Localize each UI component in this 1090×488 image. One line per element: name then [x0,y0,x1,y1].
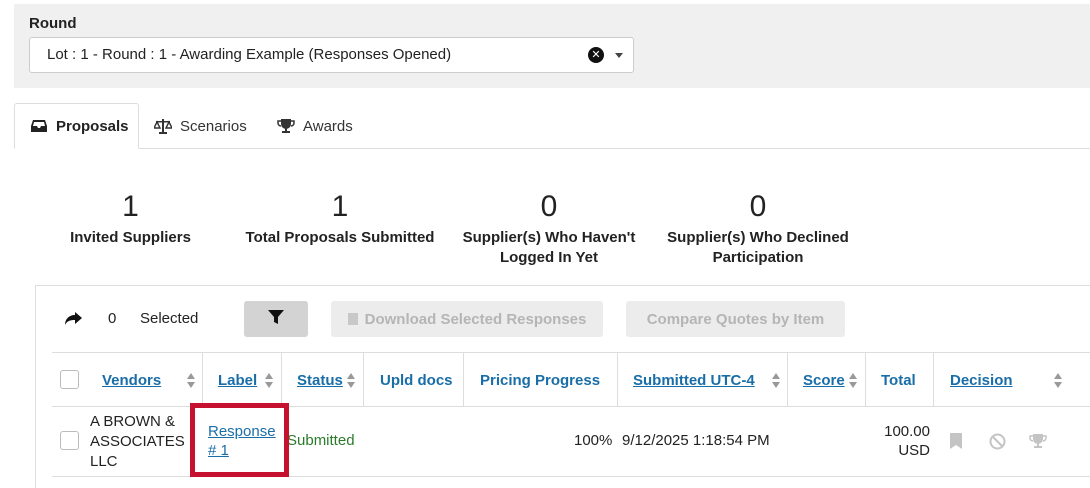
total-value: 100.00 USD [870,422,930,460]
share-arrow-icon[interactable] [65,310,85,328]
sort-icon[interactable] [187,373,196,389]
header-submitted-cell: Submitted UTC-4 [618,353,788,407]
stat-label: Total Proposals Submitted [245,229,435,246]
total-amount: 100.00 [884,423,930,440]
header-label-cell: Label [203,353,282,407]
trophy-icon [277,117,295,135]
vendor-name: A BROWN & ASSOCIATES LLC [90,412,185,472]
stat-value: 1 [331,190,349,223]
selected-count: 0 [108,310,117,327]
bookmark-icon[interactable] [950,433,962,453]
stat-label-line: Supplier(s) Who Haven't [462,229,636,246]
round-select[interactable]: Lot : 1 - Round : 1 - Awarding Example (… [29,37,634,73]
tab-proposals-label: Proposals [56,117,129,135]
sort-icon[interactable] [1054,373,1063,389]
decline-icon[interactable] [989,433,1006,454]
vendor-name-line: A BROWN & [90,413,176,430]
vendor-name-line: ASSOCIATES [90,433,185,450]
stat-declined: 0 Supplier(s) Who Declined Participation [663,190,853,268]
header-total: Total [881,371,916,389]
tab-scenarios[interactable]: Scenarios [154,103,259,149]
header-pricing-progress-cell: Pricing Progress [464,353,618,407]
balance-scale-icon [154,117,172,135]
tab-awards-label: Awards [303,117,353,135]
award-trophy-icon[interactable] [1029,433,1047,453]
header-status[interactable]: Status [297,372,343,389]
compare-quotes-button[interactable]: Compare Quotes by Item [626,301,845,337]
selected-label: Selected [140,310,199,327]
header-score-cell: Score [788,353,866,407]
header-upld-docs: Upld docs [380,371,453,389]
stat-label-line: Participation [712,249,804,266]
header-score[interactable]: Score [803,372,845,389]
header-vendors[interactable]: Vendors [102,372,161,389]
row-checkbox[interactable] [60,431,79,450]
filter-icon [268,310,284,328]
header-pricing-progress: Pricing Progress [480,371,601,389]
stat-label-line: Supplier(s) Who Declined [667,229,849,246]
stat-total-proposals: 1 Total Proposals Submitted [240,190,440,248]
pricing-progress-value: 100% [574,432,613,449]
sort-icon[interactable] [265,373,274,389]
stat-value: 1 [122,190,139,223]
header-submitted[interactable]: Submitted UTC-4 [633,372,755,389]
stat-label: Invited Suppliers [70,229,191,246]
tab-proposals[interactable]: Proposals [14,103,139,149]
header-upld-docs-cell: Upld docs [364,353,464,407]
header-status-cell: Status [282,353,364,407]
sort-icon[interactable] [849,373,858,389]
clear-icon[interactable]: ✕ [588,47,604,63]
download-selected-responses-button[interactable]: Download Selected Responses [331,301,603,337]
sort-icon[interactable] [772,373,781,389]
stat-value: 0 [749,190,767,223]
tab-awards[interactable]: Awards [277,103,372,149]
select-all-checkbox[interactable] [60,370,79,389]
tab-scenarios-label: Scenarios [180,117,247,135]
filter-button[interactable] [244,301,308,337]
vendor-name-line: LLC [90,453,118,470]
download-label: Download Selected Responses [364,310,587,328]
round-select-value: Lot : 1 - Round : 1 - Awarding Example (… [47,46,452,63]
stat-label: Supplier(s) Who Haven't Logged In Yet [459,228,639,268]
round-label: Round [29,15,77,32]
round-panel: Round Lot : 1 - Round : 1 - Awarding Exa… [14,4,1090,88]
stat-value: 0 [540,190,558,223]
highlight-box [190,403,289,477]
header-vendors-cell: Vendors [52,353,203,407]
status-value: Submitted [287,432,355,449]
header-total-cell: Total [866,353,934,407]
stat-label-line: Logged In Yet [499,249,599,266]
submitted-value: 9/12/2025 1:18:54 PM [622,432,770,449]
header-label[interactable]: Label [218,372,257,389]
stat-label: Supplier(s) Who Declined Participation [663,228,853,268]
tabs-bar: Proposals Scenarios Awards [14,103,1090,149]
total-currency: USD [898,442,930,459]
stat-invited-suppliers: 1 Invited Suppliers [58,190,203,248]
chevron-down-icon[interactable] [615,53,623,58]
sort-icon[interactable] [347,373,356,389]
stat-not-logged-in: 0 Supplier(s) Who Haven't Logged In Yet [459,190,639,268]
header-decision[interactable]: Decision [950,372,1013,389]
table-header: Vendors Label Status Upld docs Pricing P… [52,352,1090,407]
document-icon [347,313,358,325]
header-decision-cell: Decision [934,353,1090,407]
compare-label: Compare Quotes by Item [646,310,825,328]
inbox-icon [30,117,48,135]
